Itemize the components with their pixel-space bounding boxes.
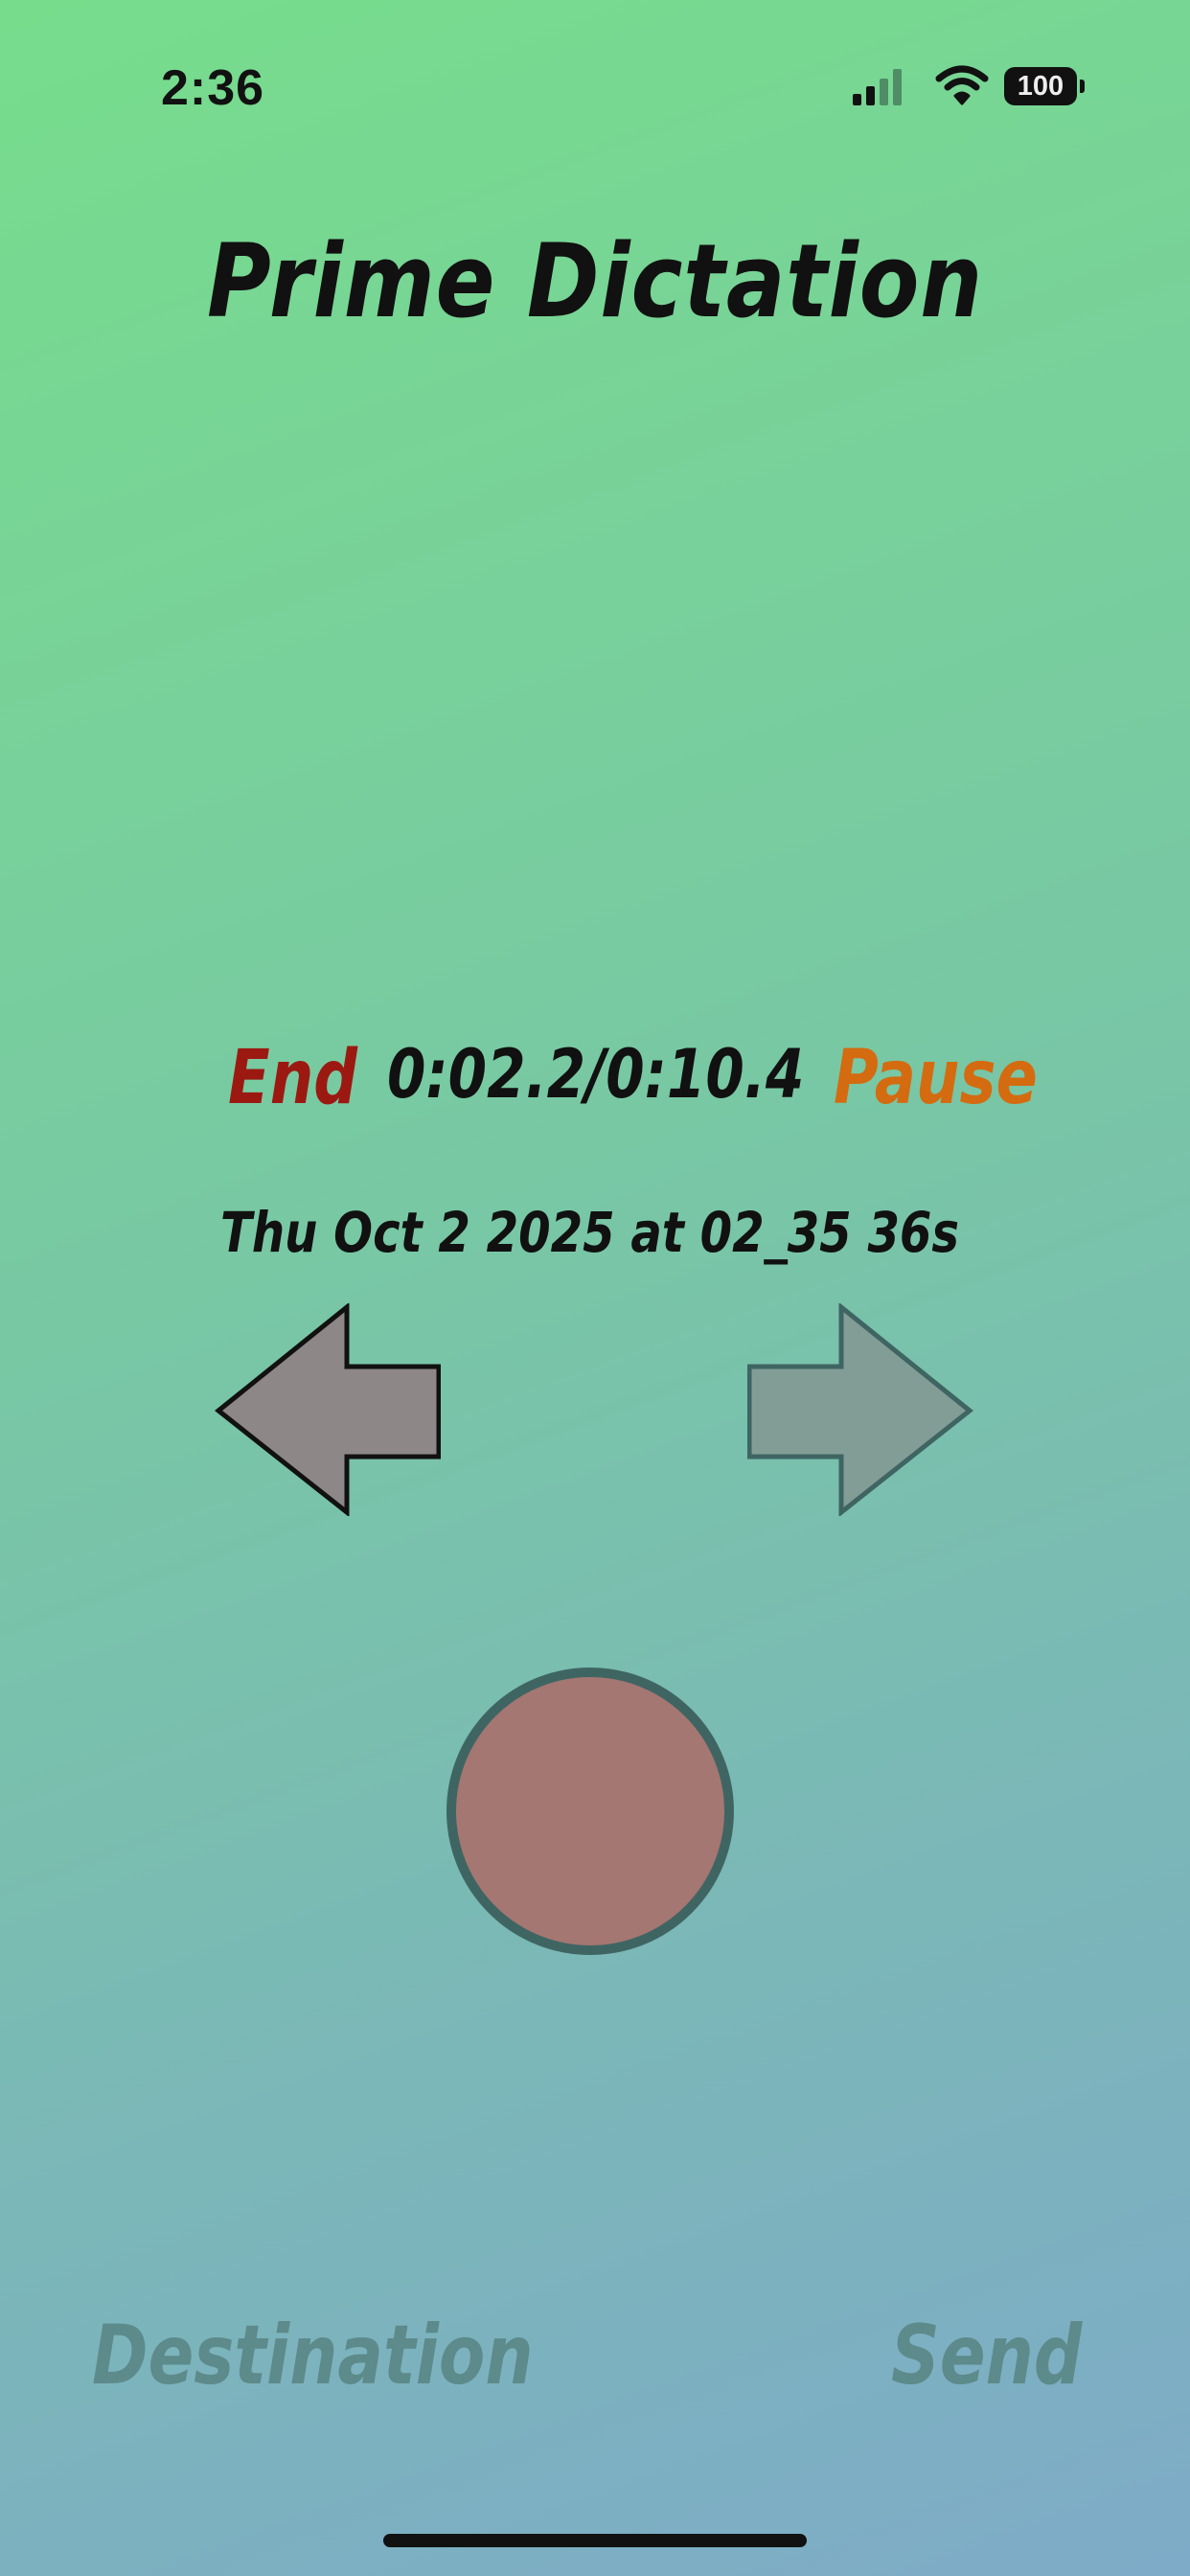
end-button[interactable]: End <box>228 1035 357 1121</box>
wifi-icon <box>935 65 989 105</box>
send-button[interactable]: Send <box>891 2308 1082 2404</box>
playback-controls: End 0:02.2/0:10.4 Pause <box>0 1035 1190 1131</box>
status-time: 2:36 <box>161 60 265 116</box>
battery-icon: 100 <box>1004 67 1085 105</box>
destination-button[interactable]: Destination <box>92 2308 534 2404</box>
recording-name: Thu Oct 2 2025 at 02_35 36s <box>220 1200 960 1265</box>
arrow-right-icon[interactable] <box>747 1303 973 1516</box>
status-icons: 100 <box>851 65 1090 109</box>
record-button[interactable] <box>446 1668 734 1955</box>
pause-button[interactable]: Pause <box>834 1035 1038 1121</box>
arrow-left-icon[interactable] <box>215 1303 441 1516</box>
home-indicator[interactable] <box>383 2534 807 2547</box>
app-title: Prime Dictation <box>206 222 984 340</box>
playback-time-readout: 0:02.2/0:10.4 <box>387 1035 805 1114</box>
cellular-signal-icon <box>853 69 902 105</box>
